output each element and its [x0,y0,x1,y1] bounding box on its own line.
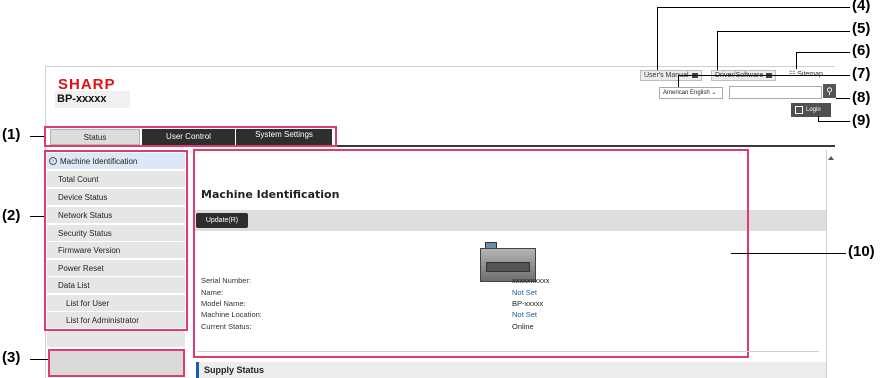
callout-line [717,31,718,70]
callout-7: (7) [852,65,871,82]
callout-line [796,52,850,53]
search-input[interactable] [729,86,822,99]
callout-box-main [193,149,749,358]
callout-line [818,121,850,122]
callout-6: (6) [852,42,871,59]
callout-line [836,98,850,99]
callout-1: (1) [2,126,21,143]
supply-status-heading: Supply Status [196,362,826,378]
callout-5: (5) [852,20,871,37]
scroll-up-icon[interactable] [828,156,834,160]
section-divider [197,351,819,352]
callout-8: (8) [852,89,871,106]
callout-line [717,31,850,32]
callout-line [731,253,846,254]
callout-box-tabs [44,126,337,147]
callout-3: (3) [2,349,21,366]
menu-spacer [47,330,185,347]
callout-line [678,75,679,87]
callout-line [678,75,850,76]
callout-line [657,7,850,8]
chevron-down-icon: ⌄ [711,90,717,96]
login-label: Login [806,107,821,113]
callout-line [30,216,44,217]
callout-9: (9) [852,112,871,129]
callout-line [796,52,797,69]
language-value: American English [663,90,710,96]
callout-line [657,7,658,70]
language-select[interactable]: American English ⌄ [659,87,723,99]
callout-line [30,359,48,360]
login-button[interactable]: Login [791,103,831,117]
callout-line [30,136,44,137]
callout-box-bottom-area [48,349,185,377]
scrollbar[interactable] [826,150,834,378]
login-icon [795,106,803,114]
search-icon: ⚲ [826,86,833,96]
model-name: BP-xxxxx [55,91,130,108]
callout-line [818,116,819,121]
callout-4: (4) [852,0,871,14]
callout-box-menu [44,150,188,331]
callout-10: (10) [848,243,875,260]
callout-2: (2) [2,207,21,224]
search-button[interactable]: ⚲ [823,84,836,98]
